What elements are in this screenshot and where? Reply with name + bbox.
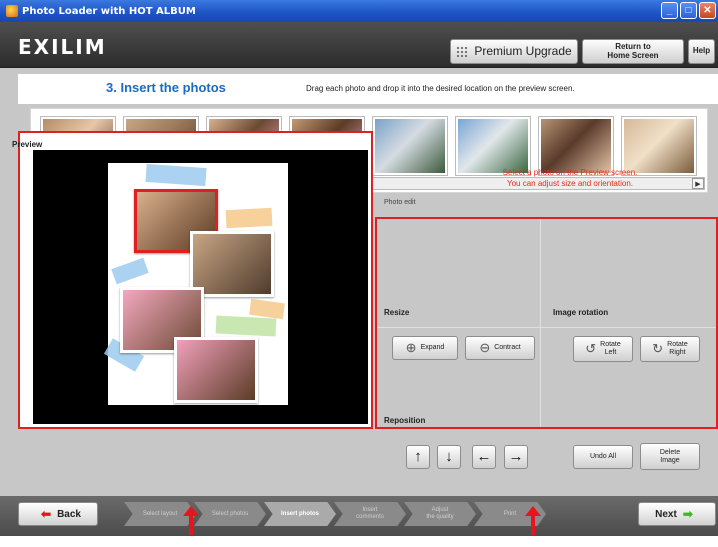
contract-label: Contract [494,344,521,352]
preview-photo-4[interactable] [174,337,258,403]
tape-orange [225,207,273,229]
image-rotation-label: Image rotation [553,308,609,317]
app-header: EXILIM Premium Upgrade Return to Home Sc… [0,22,718,68]
next-button[interactable]: Next ➡ [638,502,716,526]
edit-divider-horizontal [377,327,716,328]
next-label: Next [655,508,677,520]
photo-thumb-5[interactable] [373,117,447,175]
move-left-button[interactable]: ← [472,445,496,469]
rotate-right-icon: ↻ [652,340,664,356]
rotate-left-icon: ↺ [585,340,597,356]
step-insert-photos: Insert photos [264,502,336,526]
maximize-button[interactable]: □ [680,2,697,19]
back-label: Back [57,508,81,520]
photo-edit-label: Photo edit [384,199,416,206]
reposition-label: Reposition [384,416,426,425]
preview-canvas[interactable] [33,150,368,424]
premium-upgrade-button[interactable]: Premium Upgrade [450,39,578,64]
contract-button[interactable]: ⊖ Contract [465,336,535,360]
close-button[interactable]: ✕ [699,2,716,19]
delete-image-button[interactable]: Delete Image [640,443,700,470]
callout-arrow-preview [183,506,199,536]
callout-arrow-edit [525,506,541,536]
move-right-button[interactable]: → [504,445,528,469]
expand-label: Expand [420,344,445,352]
album-page [103,163,288,405]
minimize-button[interactable]: _ [661,2,678,19]
step-title: 3. Insert the photos [106,80,226,95]
callout-arrow-stem [531,515,535,535]
photo-edit-panel [375,217,718,429]
photo-thumb-7[interactable] [539,117,613,175]
return-home-button[interactable]: Return to Home Screen [582,39,684,64]
tape-green [215,315,277,337]
window-title: Photo Loader with HOT ALBUM [22,5,196,17]
premium-upgrade-label: Premium Upgrade [474,43,572,58]
preview-label: Preview [12,140,43,149]
tape-orange-right [249,298,285,320]
step-header: 3. Insert the photos Drag each photo and… [18,74,718,104]
rotate-left-button[interactable]: ↺ Rotate Left [573,336,633,362]
rotate-right-label: Rotate Right [667,341,688,356]
zoom-in-icon: ⊕ [405,339,417,355]
tape-blue-top [145,163,207,187]
undo-all-button[interactable]: Undo All [573,445,633,469]
exilim-logo: EXILIM [18,35,107,59]
photo-thumb-6[interactable] [456,117,530,175]
expand-button[interactable]: ⊕ Expand [392,336,458,360]
photo-thumb-8[interactable] [622,117,696,175]
step-insert-comments: Insert comments [334,502,406,526]
back-arrow-icon: ⬅ [41,507,52,521]
move-up-button[interactable]: ↑ [406,445,430,469]
back-button[interactable]: ⬅ Back [18,502,98,526]
next-arrow-icon: ➡ [682,507,693,521]
rotate-left-label: Rotate Left [600,341,621,356]
step-select-photos: Select photos [194,502,266,526]
window-title-bar: Photo Loader with HOT ALBUM _ □ ✕ [0,0,718,22]
tape-blue-left [111,257,149,285]
callout-arrow-stem [189,515,193,535]
edit-hint: Select a photo on the Preview screen. Yo… [502,168,638,188]
step-instructions: Drag each photo and drop it into the des… [306,84,575,93]
step-adjust-quality: Adjust the quality [404,502,476,526]
app-icon [6,5,18,17]
move-down-button[interactable]: ↓ [437,445,461,469]
grid-icon [456,45,469,58]
edit-divider-vertical [540,219,541,427]
help-button[interactable]: Help [688,39,715,64]
zoom-out-icon: ⊖ [479,339,491,355]
footer-nav: ⬅ Back Select layout Select photos Inser… [0,496,718,536]
resize-label: Resize [384,308,410,317]
rotate-right-button[interactable]: ↻ Rotate Right [640,336,700,362]
